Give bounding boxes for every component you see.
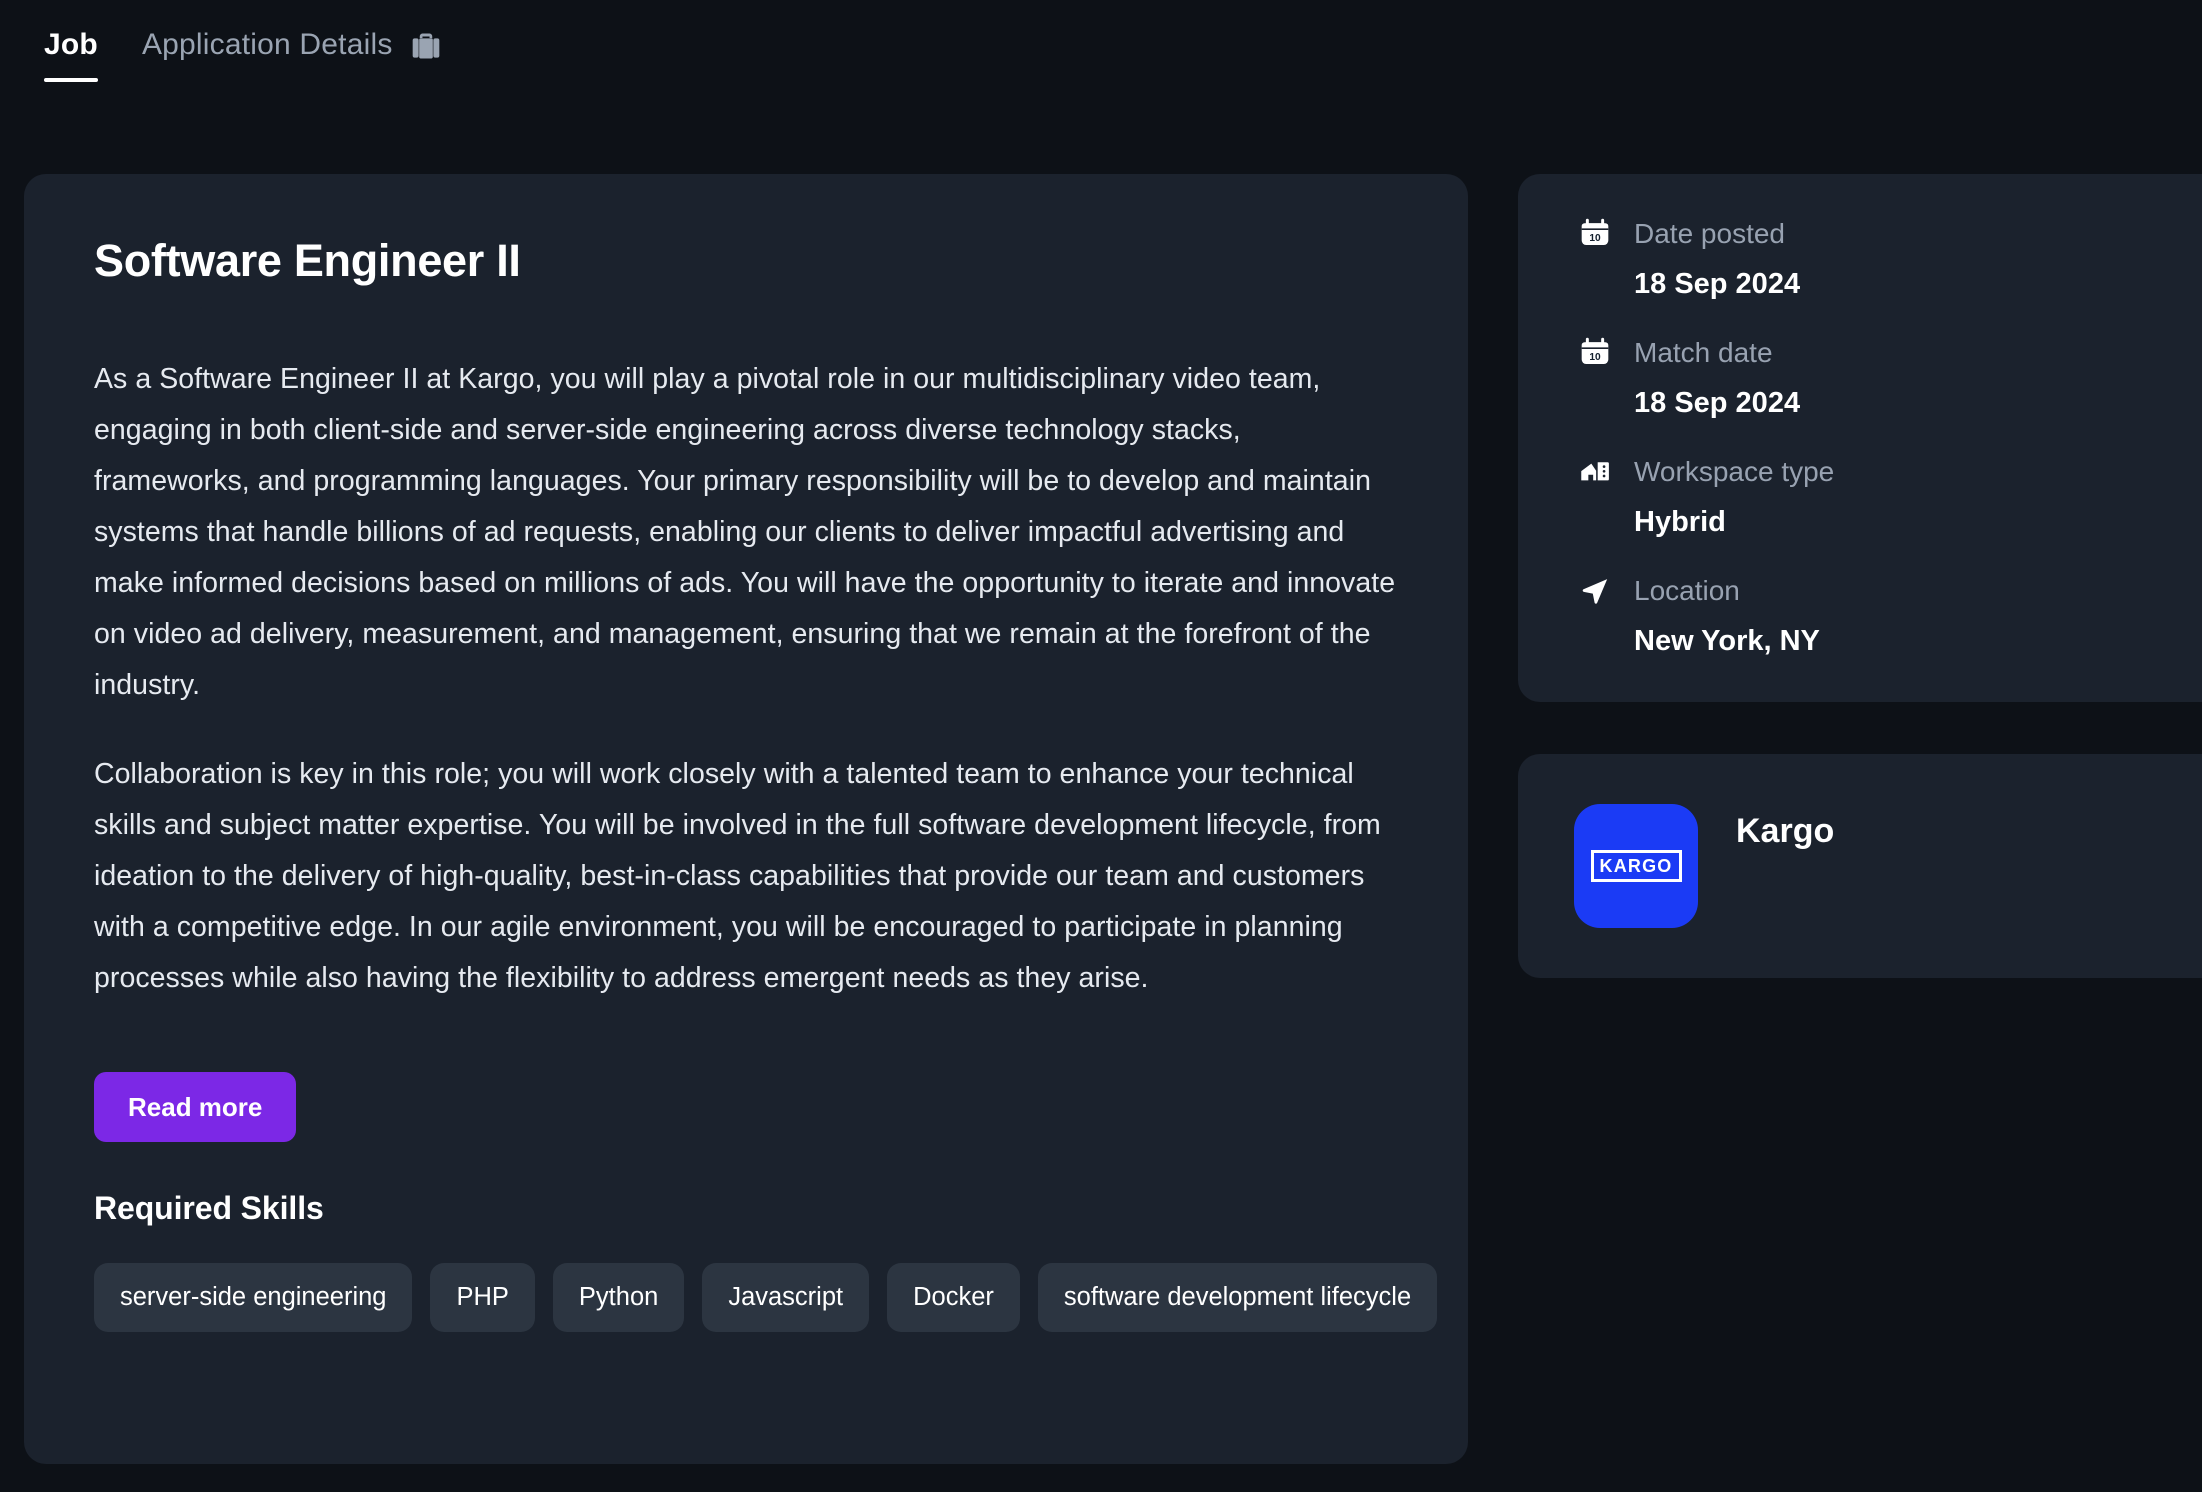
- meta-item-workspace-type: Workspace type Hybrid: [1578, 452, 2202, 537]
- skill-tag[interactable]: server-side engineering: [94, 1262, 413, 1332]
- company-card[interactable]: KARGO Kargo: [1518, 754, 2202, 978]
- meta-value: Hybrid: [1634, 506, 1726, 538]
- tab-active-indicator: [44, 78, 98, 82]
- company-logo: KARGO: [1574, 804, 1698, 928]
- svg-text:10: 10: [1589, 352, 1601, 363]
- svg-text:10: 10: [1589, 233, 1601, 244]
- page-title: Software Engineer II: [94, 235, 521, 286]
- meta-item-match-date: 10 Match date 18 Sep 2024: [1578, 333, 2202, 418]
- meta-label: Date posted: [1634, 218, 1785, 249]
- skill-tag[interactable]: software development lifecycle: [1037, 1262, 1438, 1332]
- tab-application-details[interactable]: Application Details: [120, 0, 465, 96]
- calendar-icon: 10: [1578, 336, 1612, 370]
- meta-item-location: Location New York, NY: [1578, 571, 2202, 656]
- workspace-icon: [1578, 455, 1612, 489]
- read-more-button[interactable]: Read more: [94, 1071, 297, 1142]
- required-skills-list: server-side engineering PHP Python Javas…: [94, 1262, 1468, 1332]
- job-detail-card: Software Engineer II As a Software Engin…: [24, 174, 1468, 1464]
- location-arrow-icon: [1578, 574, 1612, 608]
- meta-head: Location: [1578, 571, 2202, 611]
- meta-value: New York, NY: [1634, 625, 1820, 657]
- tab-application-details-label: Application Details: [141, 28, 393, 61]
- skill-tag[interactable]: PHP: [430, 1262, 535, 1332]
- tab-bar: Job Application Details: [0, 0, 2202, 96]
- company-name: Kargo: [1736, 812, 1835, 850]
- company-logo-text: KARGO: [1590, 850, 1682, 882]
- meta-head: Workspace type: [1578, 452, 2202, 492]
- skill-tag[interactable]: Docker: [887, 1262, 1020, 1332]
- job-sidebar: 10 Date posted 18 Sep 2024 10 Match date…: [1518, 174, 2202, 978]
- meta-head: 10 Date posted: [1578, 214, 2202, 254]
- job-meta-card: 10 Date posted 18 Sep 2024 10 Match date…: [1518, 174, 2202, 702]
- meta-label: Match date: [1634, 337, 1773, 368]
- required-skills-heading: Required Skills: [94, 1189, 324, 1226]
- job-description: As a Software Engineer II at Kargo, you …: [94, 354, 1398, 1004]
- briefcase-icon: [409, 29, 443, 63]
- job-paragraph: Collaboration is key in this role; you w…: [94, 757, 1381, 994]
- meta-value: 18 Sep 2024: [1634, 268, 1801, 300]
- tab-job-label: Job: [44, 28, 98, 61]
- meta-label: Location: [1634, 575, 1740, 606]
- skill-tag[interactable]: Python: [552, 1262, 685, 1332]
- meta-value: 18 Sep 2024: [1634, 387, 1801, 419]
- meta-head: 10 Match date: [1578, 333, 2202, 373]
- skill-tag[interactable]: Javascript: [702, 1262, 870, 1332]
- calendar-icon: 10: [1578, 217, 1612, 251]
- meta-label: Workspace type: [1634, 456, 1835, 487]
- job-paragraph: As a Software Engineer II at Kargo, you …: [94, 362, 1396, 701]
- tab-job[interactable]: Job: [22, 0, 120, 96]
- page-content: Software Engineer II As a Software Engin…: [0, 96, 2202, 1492]
- meta-item-date-posted: 10 Date posted 18 Sep 2024: [1578, 214, 2202, 299]
